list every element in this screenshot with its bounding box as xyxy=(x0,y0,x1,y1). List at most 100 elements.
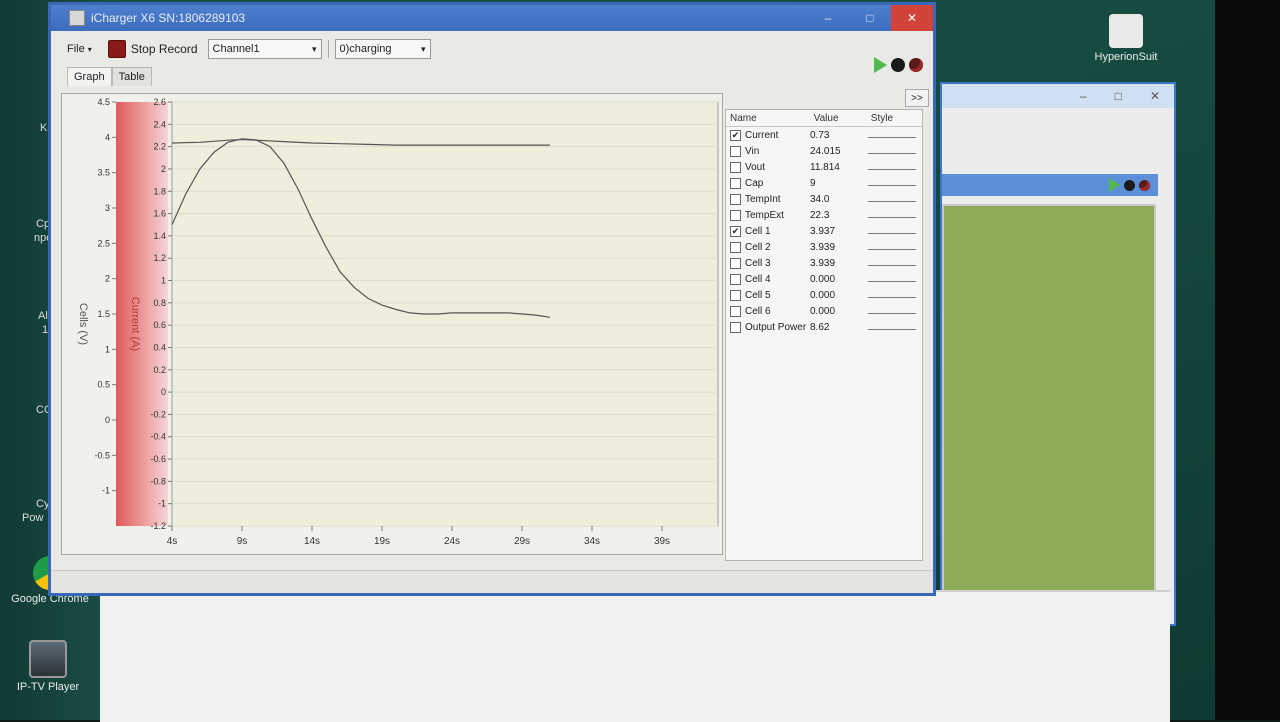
file-menu[interactable]: File ▾ xyxy=(61,41,98,57)
toolbar-separator xyxy=(327,40,329,58)
right-axis-tick-label: 0 xyxy=(161,387,166,397)
background-window[interactable]: – □ ✕ xyxy=(940,82,1176,626)
legend-header-style: Style xyxy=(870,112,894,124)
series-style-line xyxy=(868,264,916,266)
series-checkbox[interactable] xyxy=(730,209,741,221)
series-checkbox[interactable]: ✔ xyxy=(730,129,741,141)
left-axis-tick-label: 3.5 xyxy=(97,168,110,178)
series-name: TempInt xyxy=(745,193,781,205)
legend-row[interactable]: Output Power 8.62 xyxy=(726,319,922,335)
desktop-icon-label: IP-TV Player xyxy=(16,681,80,693)
channel-select[interactable]: Channel1 ▾ xyxy=(207,39,322,59)
left-axis-tick-label: 0 xyxy=(105,415,110,425)
tab-table[interactable]: Table xyxy=(111,67,152,86)
series-checkbox[interactable] xyxy=(730,321,741,333)
series-value: 11.814 xyxy=(810,161,840,173)
maximize-button[interactable]: □ xyxy=(849,5,891,31)
series-style-line xyxy=(868,136,916,138)
series-name: TempExt xyxy=(745,209,784,221)
left-axis-tick-label: 2 xyxy=(105,274,110,284)
chevron-down-icon: ▾ xyxy=(311,43,317,54)
view-tabs: Graph Table xyxy=(67,67,152,86)
series-legend-panel: Name Value Style ✔ Current 0.73 Vin 24.015 Vo… xyxy=(725,109,923,561)
desktop-icon-label: HyperionSuit xyxy=(1094,51,1158,63)
legend-row[interactable]: Vout 11.814 xyxy=(726,159,922,175)
legend-row[interactable]: Cell 2 3.939 xyxy=(726,239,922,255)
app-icon xyxy=(69,10,85,26)
window-titlebar[interactable]: iCharger X6 SN:1806289103 – □ ✕ xyxy=(51,5,933,31)
series-style-line xyxy=(868,328,916,330)
minimize-button[interactable]: – xyxy=(807,5,849,31)
right-axis-tick-label: 0.6 xyxy=(153,320,166,330)
legend-row[interactable]: Cell 5 0.000 xyxy=(726,287,922,303)
stop-dot-icon[interactable] xyxy=(909,58,923,72)
background-window-titlebar[interactable]: – □ ✕ xyxy=(942,84,1174,108)
series-checkbox[interactable]: ✔ xyxy=(730,225,741,237)
series-checkbox[interactable] xyxy=(730,145,741,157)
tab-graph[interactable]: Graph xyxy=(67,67,112,86)
stop-record-label: Stop Record xyxy=(130,42,198,56)
x-axis-tick-label: 19s xyxy=(374,536,390,547)
series-name: Cell 3 xyxy=(745,257,771,269)
minimize-icon[interactable]: – xyxy=(1080,89,1087,103)
expand-button[interactable]: >> xyxy=(905,89,929,107)
series-name: Vin xyxy=(745,145,760,157)
legend-header: Name Value Style xyxy=(726,110,922,127)
chevron-down-icon: ▾ xyxy=(87,45,92,54)
series-checkbox[interactable] xyxy=(730,241,741,253)
series-checkbox[interactable] xyxy=(730,305,741,317)
series-style-line xyxy=(868,152,916,154)
stop-dot-icon[interactable] xyxy=(1139,179,1150,191)
series-name: Output Power xyxy=(745,321,807,333)
left-axis-tick-label: -1 xyxy=(102,486,110,496)
series-checkbox[interactable] xyxy=(730,161,741,173)
background-green-panel xyxy=(942,204,1156,608)
series-checkbox[interactable] xyxy=(730,257,741,269)
legend-row[interactable]: Cell 4 0.000 xyxy=(726,271,922,287)
maximize-icon[interactable]: □ xyxy=(1115,89,1122,103)
x-axis-tick-label: 14s xyxy=(304,536,320,547)
series-name: Current xyxy=(745,129,779,141)
close-icon[interactable]: ✕ xyxy=(1150,89,1160,103)
legend-row[interactable]: ✔ Current 0.73 xyxy=(726,127,922,143)
desktop-edge-label: Pow xyxy=(22,512,44,524)
record-dot-icon[interactable] xyxy=(1124,179,1135,191)
legend-row[interactable]: Vin 24.015 xyxy=(726,143,922,159)
legend-header-name: Name xyxy=(730,112,757,124)
legend-row[interactable]: TempExt 22.3 xyxy=(726,207,922,223)
play-icon[interactable] xyxy=(1109,178,1120,192)
x-axis-tick-label: 34s xyxy=(584,536,600,547)
right-axis-tick-label: 1.4 xyxy=(153,231,166,241)
mode-select-value: 0)charging xyxy=(339,43,392,55)
monitor-bezel xyxy=(1215,0,1280,720)
series-name: Cell 1 xyxy=(745,225,771,237)
mode-select[interactable]: 0)charging ▾ xyxy=(334,39,431,59)
legend-row[interactable]: Cap 9 xyxy=(726,175,922,191)
right-axis-tick-label: 1.2 xyxy=(153,253,166,263)
left-axis-tick-label: 1.5 xyxy=(97,309,110,319)
file-menu-label: File xyxy=(67,43,85,55)
series-checkbox[interactable] xyxy=(730,289,741,301)
right-axis-tick-label: -1 xyxy=(158,499,166,509)
series-value: 0.000 xyxy=(810,273,836,285)
right-axis-tick-label: 2.2 xyxy=(153,142,166,152)
legend-row[interactable]: TempInt 34.0 xyxy=(726,191,922,207)
series-value: 0.000 xyxy=(810,305,836,317)
right-axis-tick-label: 0.8 xyxy=(153,298,166,308)
desktop-icon-iptv-player[interactable]: IP-TV Player xyxy=(8,640,88,693)
series-checkbox[interactable] xyxy=(730,273,741,285)
stop-record-button[interactable]: Stop Record xyxy=(104,38,202,60)
graph-area: 2.6 2.4 2.2 2 1.8 1.6 1.4 1.2 1 0.8 0.6 0.4 0.2 0 -0.2… xyxy=(61,93,723,555)
window-title: iCharger X6 SN:1806289103 xyxy=(91,11,246,25)
record-dot-icon[interactable] xyxy=(891,58,905,72)
series-checkbox[interactable] xyxy=(730,193,741,205)
series-checkbox[interactable] xyxy=(730,177,741,189)
play-icon[interactable] xyxy=(874,57,887,73)
legend-row[interactable]: ✔ Cell 1 3.937 xyxy=(726,223,922,239)
legend-row[interactable]: Cell 3 3.939 xyxy=(726,255,922,271)
desktop-icon-hyperionsuit[interactable]: HyperionSuit xyxy=(1086,14,1166,63)
series-value: 24.015 xyxy=(810,145,841,157)
legend-row[interactable]: Cell 6 0.000 xyxy=(726,303,922,319)
right-axis-tick-label: 1.6 xyxy=(153,209,166,219)
close-button[interactable]: ✕ xyxy=(891,5,933,31)
